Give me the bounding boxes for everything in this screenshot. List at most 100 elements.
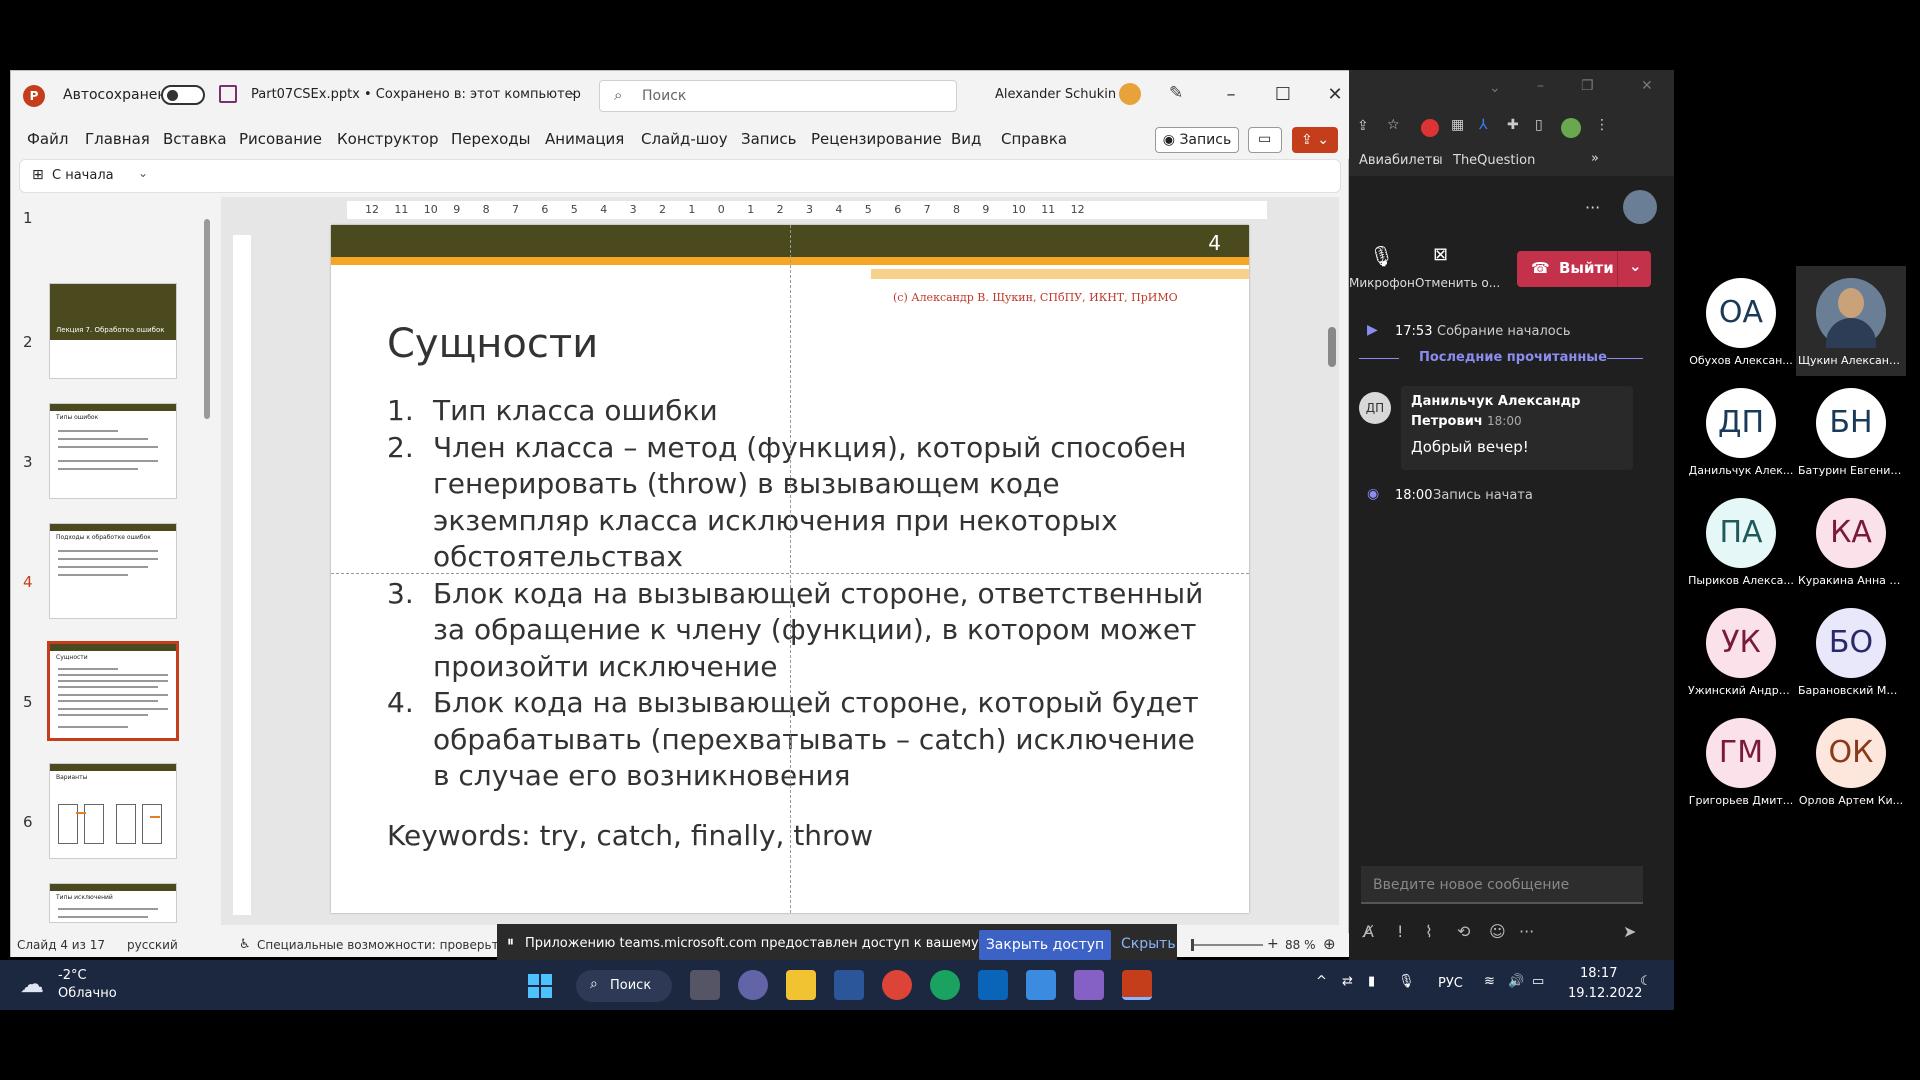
minimize-icon[interactable]: – bbox=[1537, 78, 1544, 94]
user-avatar[interactable] bbox=[1119, 83, 1141, 105]
tab-transitions[interactable]: Переходы bbox=[451, 130, 531, 148]
tray-chevron-icon[interactable]: ^ bbox=[1316, 974, 1327, 989]
tray-mic-icon[interactable]: 🎙 bbox=[1398, 974, 1415, 989]
participant-tile[interactable]: КА Куракина Анна А... bbox=[1796, 486, 1906, 596]
comments-button[interactable]: ▭ bbox=[1248, 127, 1282, 153]
mail-icon[interactable] bbox=[978, 970, 1008, 1000]
tab-insert[interactable]: Вставка bbox=[163, 130, 227, 148]
translate-icon[interactable]: ⅄ bbox=[1479, 117, 1488, 133]
search-box[interactable]: ⌕ Поиск bbox=[599, 80, 957, 112]
task-view-icon[interactable] bbox=[690, 970, 720, 1000]
record-button[interactable]: ◉ Запись bbox=[1155, 127, 1239, 153]
participant-tile[interactable]: БН Батурин Евгений... bbox=[1796, 376, 1906, 486]
thumbnail-slide-6[interactable]: Типы исключений bbox=[49, 883, 177, 923]
save-icon[interactable] bbox=[219, 85, 237, 103]
leave-button[interactable]: ☎ Выйти ⌄ bbox=[1517, 251, 1651, 287]
autosave-toggle[interactable] bbox=[161, 85, 205, 105]
fit-to-window-icon[interactable]: ⊕ bbox=[1323, 935, 1336, 953]
minimize-button[interactable]: – bbox=[1209, 75, 1253, 115]
word-icon[interactable] bbox=[834, 970, 864, 1000]
tray-network-icon[interactable]: ⇄ bbox=[1342, 974, 1353, 989]
message-input[interactable]: Введите новое сообщение bbox=[1361, 866, 1643, 904]
stop-sharing-button[interactable]: Закрыть доступ bbox=[979, 930, 1111, 960]
participant-tile[interactable]: ДП Данильчук Алек... bbox=[1686, 376, 1796, 486]
chrome-icon[interactable] bbox=[882, 970, 912, 1000]
tab-record[interactable]: Запись bbox=[741, 130, 796, 148]
zoom-slider[interactable] bbox=[1191, 939, 1263, 951]
participant-tile[interactable]: ОА Обухов Алексан... bbox=[1686, 266, 1796, 376]
participant-tile[interactable]: ПА Пыриков Алекса... bbox=[1686, 486, 1796, 596]
tab-help[interactable]: Справка bbox=[1001, 130, 1067, 148]
volume-icon[interactable]: 🔊 bbox=[1508, 974, 1524, 989]
thumbnail-slide-5[interactable]: Варианты bbox=[49, 763, 177, 859]
start-icon[interactable] bbox=[528, 974, 552, 998]
send-icon[interactable]: ➤ bbox=[1623, 922, 1636, 941]
customize-icon[interactable]: ⌄ bbox=[138, 166, 148, 180]
wifi-icon[interactable]: ≋ bbox=[1484, 974, 1495, 989]
tab-animations[interactable]: Анимация bbox=[545, 130, 624, 148]
thumbnail-slide-3[interactable]: Подходы к обработке ошибок bbox=[49, 523, 177, 619]
bookmark-item[interactable]: Авиабилеты bbox=[1359, 153, 1443, 168]
tray-app-icon[interactable]: ▮ bbox=[1368, 974, 1375, 989]
important-icon[interactable]: ! bbox=[1397, 922, 1403, 941]
tab-slideshow[interactable]: Слайд-шоу bbox=[641, 130, 728, 148]
user-name[interactable]: Alexander Schukin bbox=[995, 87, 1116, 102]
profile-icon[interactable] bbox=[1561, 118, 1581, 138]
horizontal-ruler[interactable]: 12 11 10 9 8 7 6 5 4 3 2 1 0 1 2 3 4 5 6 7 8 9 10 11 12 bbox=[347, 201, 1267, 219]
bookmark-item[interactable]: TheQuestion bbox=[1453, 153, 1535, 168]
share-page-icon[interactable]: ⇪ bbox=[1357, 118, 1369, 134]
thumbnail-slide-2[interactable]: Типы ошибок bbox=[49, 403, 177, 499]
attach-icon[interactable]: ⌇ bbox=[1425, 922, 1433, 941]
participant-tile[interactable]: ГМ Григорьев Дмит... bbox=[1686, 706, 1796, 816]
notifications-icon[interactable]: ☾ bbox=[1640, 974, 1652, 989]
thumbnails-scrollbar[interactable] bbox=[203, 205, 211, 915]
pen-icon[interactable]: ✎ bbox=[1169, 83, 1183, 103]
adblock-icon[interactable] bbox=[1421, 119, 1439, 137]
editor-scrollbar[interactable] bbox=[1325, 197, 1339, 925]
participant-tile-active[interactable]: Щукин Александ... bbox=[1796, 266, 1906, 376]
tab-file[interactable]: Файл bbox=[27, 130, 68, 148]
taskbar-search[interactable]: ⌕ Поиск bbox=[576, 970, 672, 1002]
maximize-button[interactable]: ☐ bbox=[1261, 75, 1305, 115]
participant-tile[interactable]: ОК Орлов Артем Ки... bbox=[1796, 706, 1906, 816]
bookmark-star-icon[interactable]: ☆ bbox=[1387, 117, 1400, 133]
user-avatar[interactable] bbox=[1623, 190, 1657, 224]
more-icon[interactable]: ··· bbox=[1519, 922, 1534, 941]
zoom-in-icon[interactable]: + bbox=[1267, 936, 1279, 952]
weather-desc[interactable]: Облачно bbox=[58, 986, 117, 1001]
teams-app-icon[interactable] bbox=[738, 970, 768, 1000]
tab-draw[interactable]: Рисование bbox=[239, 130, 322, 148]
thumbnail-slide-1[interactable]: Лекция 7. Обработка ошибок bbox=[49, 283, 177, 379]
slide-canvas[interactable]: 4 (c) Александр В. Щукин, СПбПУ, ИКНТ, П… bbox=[331, 225, 1249, 913]
weather-temp[interactable]: -2°C bbox=[58, 968, 87, 983]
chevron-down-icon[interactable]: ⌄ bbox=[1629, 257, 1642, 275]
notepad-icon[interactable] bbox=[1026, 970, 1056, 1000]
vertical-ruler[interactable] bbox=[233, 235, 251, 915]
more-bookmarks-icon[interactable]: » bbox=[1591, 151, 1599, 166]
restore-icon[interactable]: ❐ bbox=[1581, 78, 1594, 94]
hide-button[interactable]: Скрыть bbox=[1121, 936, 1176, 952]
battery-icon[interactable]: ▭ bbox=[1532, 974, 1544, 989]
input-language[interactable]: РУС bbox=[1438, 976, 1463, 991]
zoom-level[interactable]: 88 % bbox=[1285, 938, 1316, 952]
format-icon[interactable]: A̸ bbox=[1363, 922, 1374, 941]
slide-counter[interactable]: Слайд 4 из 17 bbox=[17, 938, 105, 952]
language-indicator[interactable]: русский bbox=[127, 938, 178, 952]
tab-home[interactable]: Главная bbox=[85, 130, 150, 148]
file-explorer-icon[interactable] bbox=[786, 970, 816, 1000]
participant-tile[interactable]: УК Ужинский Андре... bbox=[1686, 596, 1796, 706]
chevron-down-icon[interactable]: ⌄ bbox=[569, 87, 577, 98]
tab-view[interactable]: Вид bbox=[951, 130, 981, 148]
thumbnail-slide-4[interactable]: Сущности bbox=[47, 641, 179, 741]
powerpoint-taskbar-icon[interactable] bbox=[1122, 970, 1152, 1000]
loop-icon[interactable]: ⟲ bbox=[1457, 922, 1470, 941]
slideshow-icon[interactable]: ⊞ bbox=[32, 167, 44, 183]
visual-studio-icon[interactable] bbox=[1074, 970, 1104, 1000]
zoom-slider-thumb[interactable] bbox=[1191, 939, 1194, 951]
extension-icon[interactable]: ▦ bbox=[1451, 117, 1464, 133]
puzzle-icon[interactable]: ✚ bbox=[1507, 117, 1519, 133]
edge-icon[interactable] bbox=[930, 970, 960, 1000]
clock-date[interactable]: 19.12.2022 bbox=[1568, 986, 1642, 1001]
weather-icon[interactable]: ☁ bbox=[20, 970, 44, 998]
participant-tile[interactable]: БО Барановский Ми... bbox=[1796, 596, 1906, 706]
